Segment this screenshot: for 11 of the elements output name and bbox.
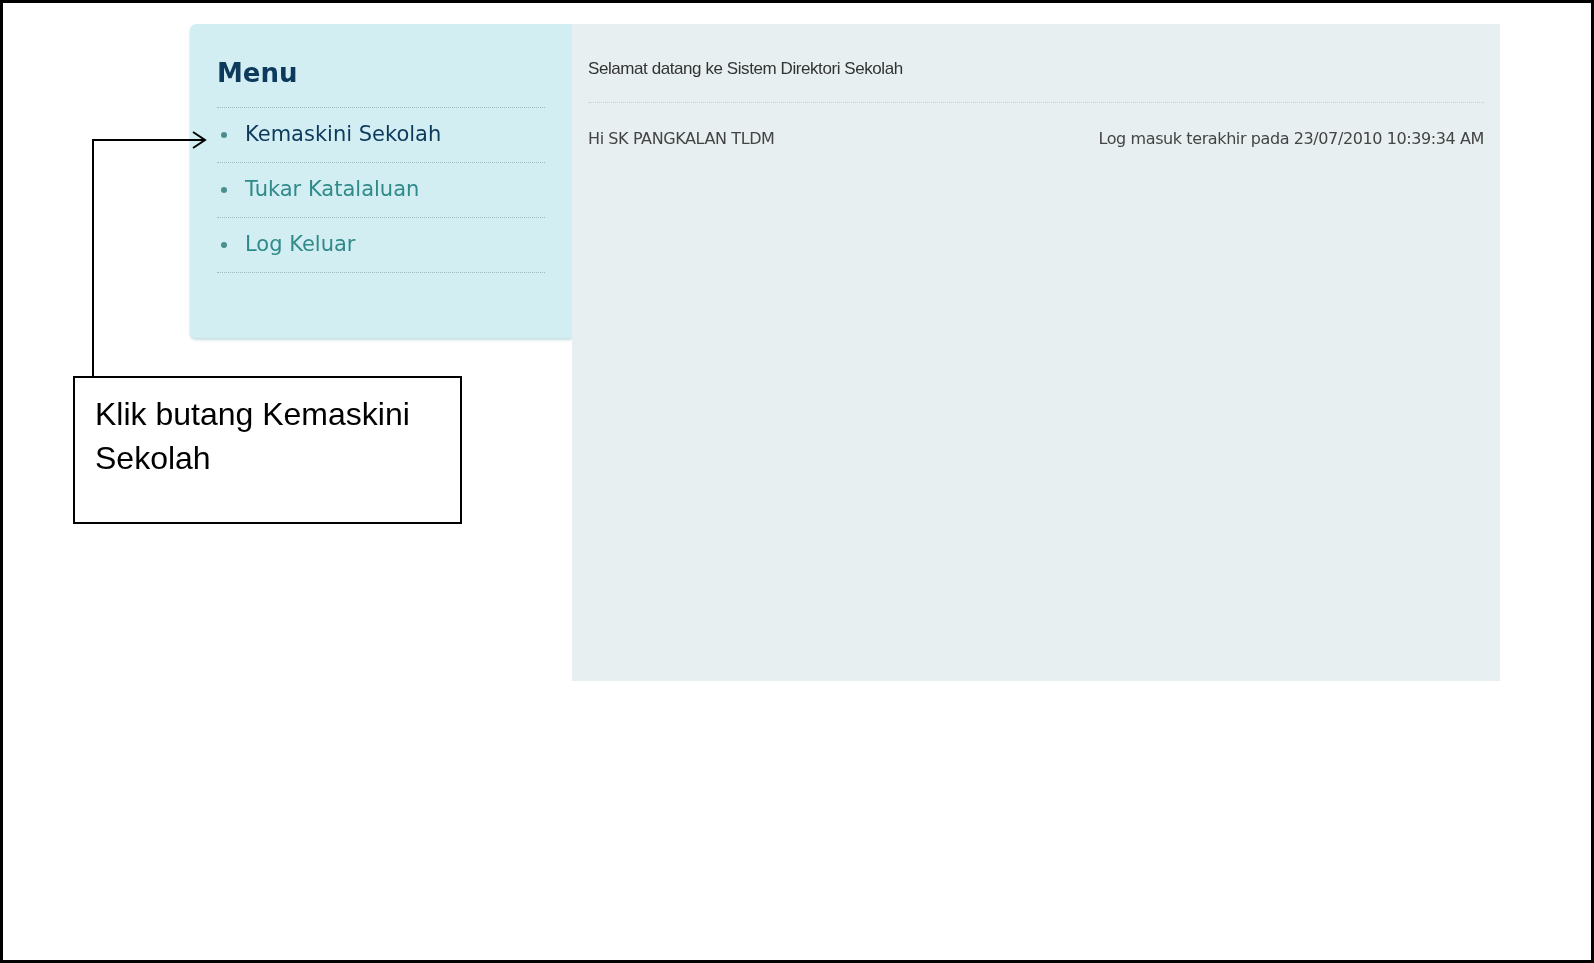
callout-text: Klik butang Kemaskini Sekolah <box>95 395 411 478</box>
menu-link[interactable]: Kemaskini Sekolah <box>245 119 442 151</box>
menu-title: Menu <box>217 54 545 108</box>
bullet-icon <box>221 187 227 193</box>
menu-link[interactable]: Tukar Katalaluan <box>245 174 420 206</box>
bullet-icon <box>221 132 227 138</box>
welcome-heading: Selamat datang ke Sistem Direktori Sekolah <box>588 56 1484 103</box>
last-login-text: Log masuk terakhir pada 23/07/2010 10:39:34 AM <box>1098 127 1484 150</box>
bullet-icon <box>221 242 227 248</box>
greeting-text: Hi SK PANGKALAN TLDM <box>588 127 775 150</box>
menu-link[interactable]: Log Keluar <box>245 229 356 261</box>
